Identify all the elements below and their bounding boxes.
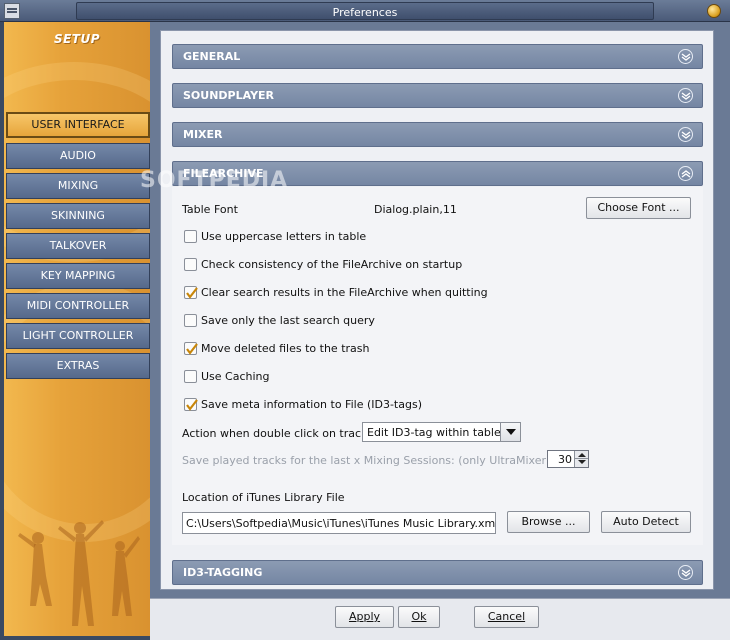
apply-button[interactable]: Apply	[335, 606, 394, 628]
ok-button[interactable]: Ok	[398, 606, 440, 628]
table-font-value: Dialog.plain,11	[374, 203, 457, 216]
option-label: Use uppercase letters in table	[201, 230, 367, 243]
section-mixer-label: MIXER	[183, 128, 223, 141]
dropdown-arrow-icon[interactable]	[500, 423, 520, 441]
app-logo-icon[interactable]	[4, 3, 20, 19]
section-soundplayer-header[interactable]: SOUNDPLAYER	[172, 83, 703, 108]
spinner-down-icon[interactable]	[574, 459, 588, 467]
title-bar: Preferences	[0, 0, 730, 22]
chevron-down-icon[interactable]	[678, 127, 693, 142]
option-label: Use Caching	[201, 370, 270, 383]
browse-button[interactable]: Browse ...	[507, 511, 590, 533]
ok-label: Ok	[411, 610, 427, 623]
window-title: Preferences	[332, 6, 398, 19]
auto-detect-button[interactable]: Auto Detect	[601, 511, 691, 533]
choose-font-button[interactable]: Choose Font ...	[586, 197, 691, 219]
sidebar-swirl	[4, 282, 150, 542]
option-label: Check consistency of the FileArchive on …	[201, 258, 463, 271]
chevron-down-icon[interactable]	[678, 565, 693, 580]
chevron-up-icon[interactable]	[678, 166, 693, 181]
title-track: Preferences	[76, 2, 654, 20]
checkmark-icon	[186, 287, 198, 299]
section-soundplayer-label: SOUNDPLAYER	[183, 89, 275, 102]
sidebar-item-key-mapping[interactable]: KEY MAPPING	[6, 263, 150, 289]
checkbox-checked[interactable]	[184, 286, 198, 299]
spinner-up-icon[interactable]	[574, 451, 588, 459]
sidebar-item-extras[interactable]: EXTRAS	[6, 353, 150, 379]
sidebar: SETUP USER INTERFACE AUDIO MIXING SKINNI…	[4, 22, 150, 636]
itunes-label: Location of iTunes Library File	[182, 491, 345, 504]
checkbox[interactable]	[184, 370, 197, 383]
dancers-silhouette-image	[18, 520, 140, 626]
section-id3-tagging-header[interactable]: ID3-TAGGING	[172, 560, 703, 585]
double-click-action-value: Edit ID3-tag within table	[367, 426, 501, 439]
close-icon[interactable]	[707, 4, 721, 18]
sidebar-item-user-interface[interactable]: USER INTERFACE	[6, 112, 150, 138]
sidebar-item-mixing[interactable]: MIXING	[6, 173, 150, 199]
checkbox-checked[interactable]	[184, 398, 198, 411]
chevron-down-icon[interactable]	[678, 88, 693, 103]
checkbox-checked[interactable]	[184, 342, 198, 355]
checkbox[interactable]	[184, 230, 197, 243]
save-played-value: 30	[558, 453, 572, 466]
sidebar-item-light-controller[interactable]: LIGHT CONTROLLER	[6, 323, 150, 349]
cancel-button[interactable]: Cancel	[474, 606, 539, 628]
option-label: Save meta information to File (ID3-tags)	[201, 398, 422, 411]
apply-label: Apply	[348, 610, 381, 623]
option-label: Clear search results in the FileArchive …	[201, 286, 488, 299]
dialog-button-bar	[150, 598, 730, 640]
option-label: Move deleted files to the trash	[201, 342, 370, 355]
checkbox[interactable]	[184, 258, 197, 271]
sidebar-item-audio[interactable]: AUDIO	[6, 143, 150, 169]
double-click-action-select[interactable]: Edit ID3-tag within table	[362, 422, 521, 442]
sidebar-title: SETUP	[53, 32, 101, 46]
section-general-header[interactable]: GENERAL	[172, 44, 703, 69]
sidebar-item-skinning[interactable]: SKINNING	[6, 203, 150, 229]
option-label: Save only the last search query	[201, 314, 375, 327]
section-mixer-header[interactable]: MIXER	[172, 122, 703, 147]
section-general-label: GENERAL	[183, 50, 241, 63]
section-id3-tagging-label: ID3-TAGGING	[183, 566, 263, 579]
double-click-label: Action when double click on tracks:	[182, 427, 377, 440]
sidebar-item-midi-controller[interactable]: MIDI CONTROLLER	[6, 293, 150, 319]
watermark: SOFTPEDIA	[140, 168, 289, 193]
itunes-path-input[interactable]: C:\Users\Softpedia\Music\iTunes\iTunes M…	[182, 512, 496, 534]
cancel-label: Cancel	[487, 610, 526, 623]
checkmark-icon	[186, 343, 198, 355]
checkmark-icon	[186, 399, 198, 411]
save-played-spinner[interactable]: 30	[547, 450, 589, 468]
table-font-label: Table Font	[182, 203, 238, 216]
save-played-label: Save played tracks for the last x Mixing…	[182, 454, 583, 467]
chevron-down-icon[interactable]	[678, 49, 693, 64]
checkbox[interactable]	[184, 314, 197, 327]
sidebar-item-talkover[interactable]: TALKOVER	[6, 233, 150, 259]
